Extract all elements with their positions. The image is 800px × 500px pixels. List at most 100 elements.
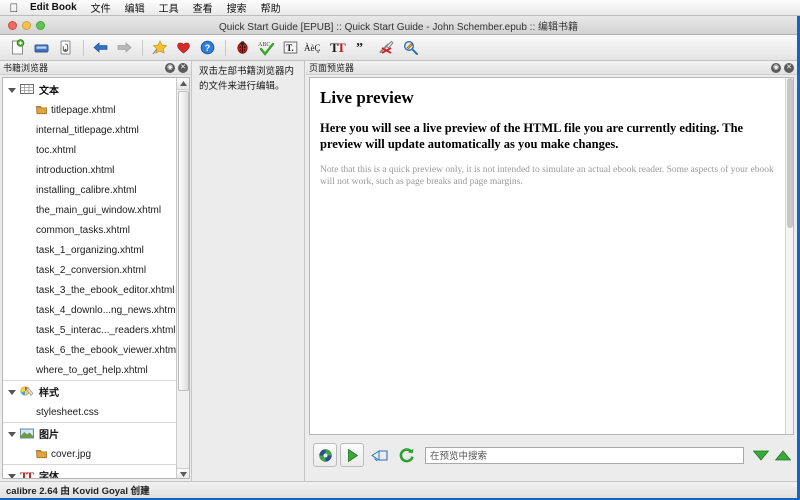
refresh-icon[interactable] (394, 443, 418, 467)
text-group-icon (20, 83, 34, 94)
tree-file-item[interactable]: the_main_gui_window.xhtml (3, 200, 177, 220)
preview-toolbar: 在预览中搜索 (309, 439, 794, 471)
pin-star-icon[interactable] (148, 37, 170, 59)
svg-text:T: T (26, 469, 34, 479)
tree-file-label: task_3_the_ebook_editor.xhtml (36, 284, 175, 296)
heart-icon[interactable] (172, 37, 194, 59)
float-icon[interactable]: ◉ (165, 62, 175, 73)
forward-arrow-icon[interactable] (113, 37, 135, 59)
close-icon[interactable]: ✕ (178, 62, 188, 73)
chevron-down-icon[interactable] (8, 390, 16, 395)
tree-file-item[interactable]: where_to_get_help.xhtml (3, 360, 177, 380)
text-box-icon[interactable]: T. (279, 37, 301, 59)
search-replace-icon[interactable] (399, 37, 421, 59)
preview-header: 页面预览器 ◉ ✕ (306, 61, 797, 75)
tree-file-item[interactable]: task_3_the_ebook_editor.xhtml (3, 280, 177, 300)
preview-note: Note that this is a quick preview only, … (320, 165, 774, 187)
svg-text:ABC: ABC (258, 42, 270, 48)
tree-group-label: 文本 (39, 85, 59, 97)
window-content: Quick Start Guide [EPUB] :: Quick Start … (0, 16, 797, 498)
scrollbar-thumb[interactable] (178, 91, 189, 391)
window-titlebar: Quick Start Guide [EPUB] :: Quick Start … (0, 16, 797, 35)
tree-file-label: common_tasks.xhtml (36, 224, 130, 236)
fonts-group-icon: T T (20, 469, 34, 479)
toolbar-separator (225, 39, 226, 56)
float-icon[interactable]: ◉ (771, 62, 781, 73)
images-group-icon (20, 428, 34, 439)
file-tree[interactable]: 文本 titlepage.xhtml internal_titlepage.xh… (3, 78, 177, 479)
split-mode-icon[interactable] (367, 443, 391, 467)
tree-file-item[interactable]: task_5_interac..._readers.xhtml (3, 320, 177, 340)
tree-group-text[interactable]: 文本 (3, 78, 177, 100)
sync-icon[interactable] (313, 443, 337, 467)
menu-item-view[interactable]: 查看 (193, 0, 213, 15)
svg-text:T.: T. (286, 43, 294, 53)
preview-search-input[interactable]: 在预览中搜索 (425, 446, 744, 464)
save-icon[interactable] (30, 37, 52, 59)
bug-icon[interactable] (231, 37, 253, 59)
preview-scrollbar[interactable] (785, 78, 793, 434)
menu-item-help[interactable]: 帮助 (261, 0, 281, 15)
tree-file-item[interactable]: internal_titlepage.xhtml (3, 120, 177, 140)
file-icon (36, 450, 47, 459)
tree-file-item[interactable]: stylesheet.css (3, 402, 177, 422)
tree-file-item[interactable]: toc.xhtml (3, 140, 177, 160)
tree-group-label: 图片 (39, 430, 59, 441)
play-icon[interactable] (340, 443, 364, 467)
clean-icon[interactable] (375, 37, 397, 59)
menu-item-tools[interactable]: 工具 (159, 0, 179, 15)
tree-file-label: titlepage.xhtml (51, 104, 116, 116)
tree-group-styles[interactable]: 样式 (3, 380, 177, 402)
new-file-icon[interactable] (6, 37, 28, 59)
help-icon[interactable]: ? (196, 37, 218, 59)
tree-file-item[interactable]: cover.jpg (3, 444, 177, 464)
tree-file-item[interactable]: titlepage.xhtml (3, 100, 177, 120)
smart-quotes-icon[interactable]: ” (351, 37, 373, 59)
chevron-down-icon[interactable] (8, 474, 16, 478)
book-browser-title: 书籍浏览器 (3, 63, 49, 73)
tree-group-label: 字体 (39, 472, 59, 479)
tree-group-fonts[interactable]: T T 字体 (3, 464, 177, 479)
tree-file-label: installing_calibre.xhtml (36, 184, 137, 196)
chevron-down-icon[interactable] (8, 432, 16, 437)
menu-item-edit-book[interactable]: Edit Book (30, 2, 77, 13)
tree-file-label: internal_titlepage.xhtml (36, 124, 139, 136)
tree-file-item[interactable]: task_2_conversion.xhtml (3, 260, 177, 280)
menu-item-file[interactable]: 文件 (91, 0, 111, 15)
close-icon[interactable]: ✕ (784, 62, 794, 73)
preview-heading: Live preview (320, 88, 414, 107)
svg-text:”: ” (356, 41, 363, 56)
main-toolbar: ? ABC T. ÀèÇ T T ” (0, 35, 797, 61)
book-browser-scrollbar[interactable] (176, 78, 189, 478)
open-book-icon[interactable] (54, 37, 76, 59)
menu-item-search[interactable]: 搜索 (227, 0, 247, 15)
tree-file-label: the_main_gui_window.xhtml (36, 204, 162, 216)
tree-file-item[interactable]: task_4_downlo...ng_news.xhtml (3, 300, 177, 320)
find-previous-icon[interactable] (772, 443, 794, 467)
tree-file-item[interactable]: common_tasks.xhtml (3, 220, 177, 240)
tree-group-images[interactable]: 图片 (3, 422, 177, 444)
toolbar-separator (142, 39, 143, 56)
find-next-icon[interactable] (750, 443, 772, 467)
back-arrow-icon[interactable] (89, 37, 111, 59)
tree-file-item[interactable]: installing_calibre.xhtml (3, 180, 177, 200)
preview-search-placeholder: 在预览中搜索 (430, 451, 488, 462)
spellcheck-icon[interactable]: ABC (255, 37, 277, 59)
chevron-down-icon[interactable] (8, 87, 16, 93)
tree-file-item[interactable]: introduction.xhtml (3, 160, 177, 180)
scroll-up-icon[interactable] (177, 78, 189, 90)
tree-file-label: task_2_conversion.xhtml (36, 264, 147, 276)
panels-row: 书籍浏览器 ◉ ✕ 文本 titlepage.xhtml internal_ti… (0, 61, 797, 481)
scrollbar-thumb[interactable] (787, 78, 793, 228)
toolbar-separator (83, 39, 84, 56)
bold-text-icon[interactable]: T T (327, 37, 349, 59)
scroll-down-icon[interactable] (177, 468, 189, 478)
tree-file-item[interactable]: task_1_organizing.xhtml (3, 240, 177, 260)
status-bar-text: calibre 2.64 由 Kovid Goyal 创建 (6, 486, 150, 497)
apple-logo-icon[interactable]:  (8, 1, 20, 14)
tree-file-item[interactable]: task_6_the_ebook_viewer.xhtml (3, 340, 177, 360)
svg-text:T: T (337, 40, 346, 55)
accents-icon[interactable]: ÀèÇ (303, 37, 325, 59)
menu-item-edit[interactable]: 编辑 (125, 0, 145, 15)
window-frame: Quick Start Guide [EPUB] :: Quick Start … (0, 16, 800, 500)
